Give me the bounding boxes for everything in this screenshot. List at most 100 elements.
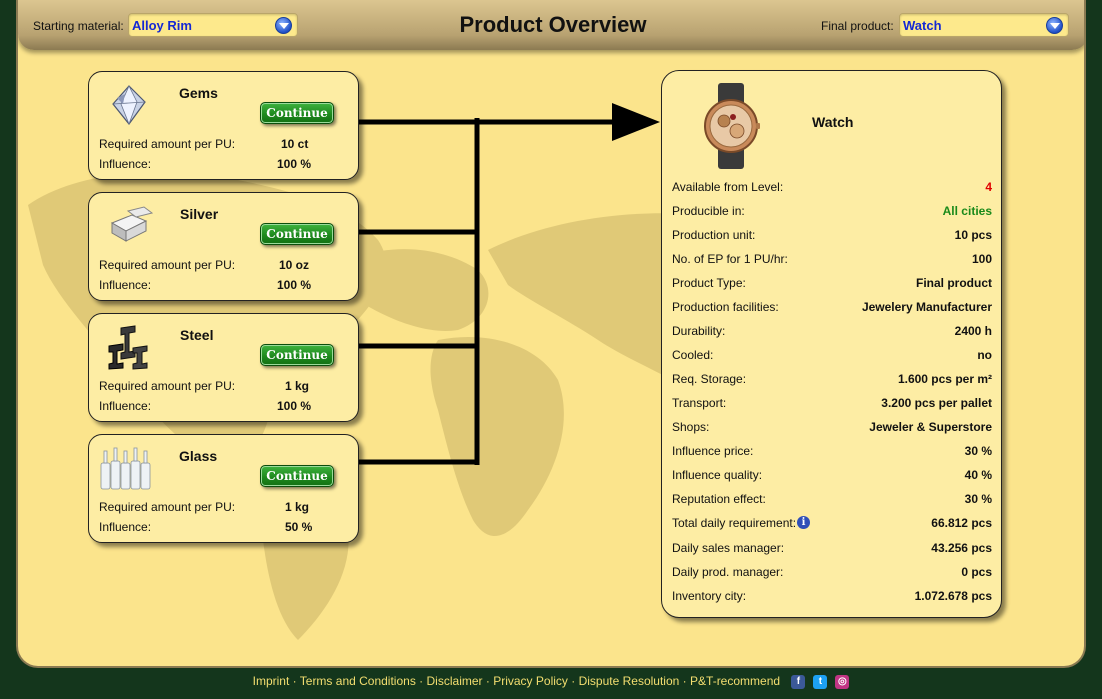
detail-value: 40 %	[964, 468, 992, 482]
detail-label-text: Req. Storage:	[672, 372, 747, 386]
product-name: Watch	[812, 114, 854, 130]
footer-separator: ·	[682, 674, 687, 688]
detail-value: All cities	[942, 204, 992, 218]
instagram-icon[interactable]: ◎	[835, 674, 850, 689]
detail-label-text: Influence price:	[672, 444, 754, 458]
detail-row: Total daily requirement: i 66.812 pcs	[672, 516, 992, 532]
detail-value: 100	[971, 252, 992, 266]
detail-label: Req. Storage:	[672, 372, 746, 386]
detail-label-text: Influence quality:	[672, 468, 763, 482]
final-product-select[interactable]: Watch	[899, 13, 1069, 37]
info-icon[interactable]: i	[797, 516, 811, 529]
material-name: Gems	[179, 85, 218, 101]
starting-material-label: Starting material:	[33, 19, 124, 33]
footer-separator: ·	[292, 674, 297, 688]
detail-row: Cooled: no	[672, 348, 992, 364]
watch-icon	[704, 83, 760, 169]
footer-link[interactable]: Privacy Policy	[493, 674, 568, 688]
detail-value: 43.256 pcs	[931, 541, 992, 555]
footer-link[interactable]: P&T-recommend	[690, 674, 780, 688]
detail-row: Production facilities: Jewelery Manufactu…	[672, 300, 992, 316]
continue-button[interactable]: Continue	[260, 102, 334, 124]
detail-value: 1.600 pcs per m²	[897, 372, 992, 386]
detail-label-text: Inventory city:	[672, 589, 747, 603]
material-card-steel: Steel Continue Required amount per PU: 1…	[88, 313, 359, 422]
required-amount-label: Required amount per PU:	[99, 379, 236, 393]
influence-value: 100 %	[277, 278, 312, 292]
detail-label: Production unit:	[672, 228, 755, 242]
dropdown-arrow-icon[interactable]	[1046, 17, 1063, 34]
detail-value: 30 %	[964, 492, 992, 506]
twitter-icon[interactable]: t	[813, 674, 828, 689]
detail-row: No. of EP for 1 PU/hr: 100	[672, 252, 992, 268]
detail-label-text: Producible in:	[672, 204, 745, 218]
detail-value: 66.812 pcs	[931, 516, 992, 530]
detail-label-text: Daily sales manager:	[672, 541, 785, 555]
detail-label-text: Cooled:	[672, 348, 714, 362]
material-card-silver: Silver Continue Required amount per PU: …	[88, 192, 359, 301]
dropdown-arrow-icon[interactable]	[275, 17, 292, 34]
product-card: Watch Available from Level: 4 Producible i…	[661, 70, 1002, 618]
detail-row: Durability: 2400 h	[672, 324, 992, 340]
required-amount-value: 10 ct	[281, 137, 309, 151]
detail-value: 4	[985, 180, 992, 194]
detail-label: Daily sales manager:	[672, 541, 784, 555]
material-name: Glass	[179, 448, 218, 464]
starting-material-select[interactable]: Alloy Rim	[128, 13, 298, 37]
influence-value: 50 %	[285, 520, 313, 534]
footer-link[interactable]: Disclaimer	[427, 674, 483, 688]
glass-bottles-icon	[100, 447, 151, 490]
material-name: Silver	[180, 206, 219, 222]
detail-label: Transport:	[672, 396, 726, 410]
influence-label: Influence:	[99, 278, 152, 292]
footer-link[interactable]: Dispute Resolution	[579, 674, 680, 688]
continue-button[interactable]: Continue	[260, 223, 334, 245]
material-name: Steel	[180, 327, 214, 343]
detail-label-text: No. of EP for 1 PU/hr:	[672, 252, 788, 266]
detail-label: Producible in:	[672, 204, 745, 218]
material-card-gems: Gems Continue Required amount per PU: 10…	[88, 71, 359, 180]
detail-label-text: Daily prod. manager:	[672, 565, 784, 579]
silver-icon	[110, 206, 154, 242]
influence-label: Influence:	[99, 157, 152, 171]
detail-label: Inventory city:	[672, 589, 746, 603]
detail-row: Product Type: Final product	[672, 276, 992, 292]
detail-label-text: Reputation effect:	[672, 492, 766, 506]
detail-label: Influence quality:	[672, 468, 762, 482]
detail-row: Inventory city: 1.072.678 pcs	[672, 589, 992, 605]
detail-value: 3.200 pcs per pallet	[881, 396, 992, 410]
required-amount-label: Required amount per PU:	[99, 258, 236, 272]
material-card-glass: Glass Continue Required amount per PU: 1…	[88, 434, 359, 543]
detail-value: 10 pcs	[954, 228, 992, 242]
footer-separator: ·	[419, 674, 424, 688]
continue-button[interactable]: Continue	[260, 465, 334, 487]
footer: Imprint · Terms and Conditions · Disclai…	[0, 674, 1102, 694]
detail-value: 30 %	[964, 444, 992, 458]
footer-links: Imprint · Terms and Conditions · Disclai…	[253, 674, 780, 688]
footer-separator: ·	[571, 674, 576, 688]
detail-label-text: Total daily requirement:	[672, 516, 797, 530]
detail-label: Influence price:	[672, 444, 753, 458]
detail-row: Daily prod. manager: 0 pcs	[672, 565, 992, 581]
detail-label: Daily prod. manager:	[672, 565, 783, 579]
facebook-icon[interactable]: f	[791, 674, 806, 689]
required-amount-value: 1 kg	[285, 500, 310, 514]
steel-icon	[108, 325, 148, 370]
detail-label-text: Shops:	[672, 420, 710, 434]
detail-label: Product Type:	[672, 276, 746, 290]
detail-label-text: Production unit:	[672, 228, 756, 242]
footer-link[interactable]: Imprint	[253, 674, 290, 688]
detail-label-text: Product Type:	[672, 276, 746, 290]
detail-row: Production unit: 10 pcs	[672, 228, 992, 244]
detail-row: Daily sales manager: 43.256 pcs	[672, 541, 992, 557]
detail-row: Influence quality: 40 %	[672, 468, 992, 484]
final-product-label: Final product:	[821, 19, 894, 33]
footer-link[interactable]: Terms and Conditions	[300, 674, 416, 688]
continue-button[interactable]: Continue	[260, 344, 334, 366]
detail-label-text: Transport:	[672, 396, 727, 410]
required-amount-value: 10 oz	[279, 258, 310, 272]
detail-label: No. of EP for 1 PU/hr:	[672, 252, 788, 266]
detail-value: 2400 h	[954, 324, 992, 338]
final-product-value: Watch	[903, 18, 942, 33]
detail-label-text: Production facilities:	[672, 300, 779, 314]
